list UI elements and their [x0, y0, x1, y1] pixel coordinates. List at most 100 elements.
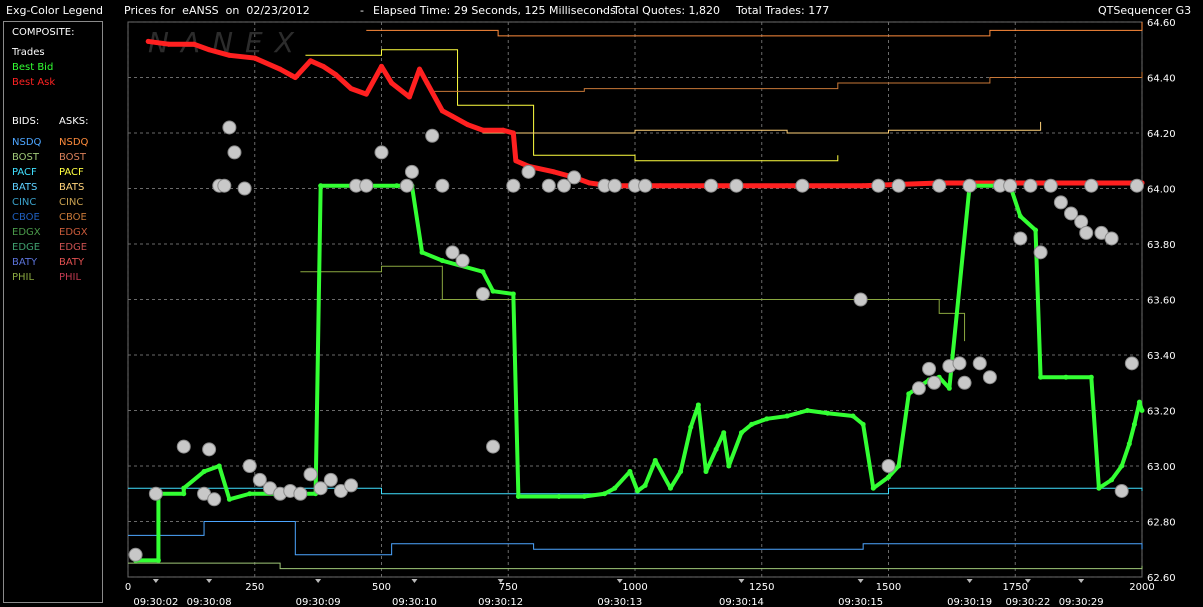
best-ask-point — [465, 122, 471, 128]
best-bid-point — [652, 457, 658, 463]
trade-point — [475, 286, 490, 301]
best-ask-point — [379, 63, 384, 69]
x-tick-label: 750 — [499, 582, 518, 593]
best-ask-point — [480, 127, 486, 133]
trade-point — [1129, 178, 1144, 193]
best-bid-point — [1063, 374, 1069, 380]
trade-point — [176, 439, 191, 454]
trade-point — [704, 178, 719, 193]
best-ask-point — [513, 158, 519, 164]
trade-point — [207, 492, 222, 507]
trade-point — [972, 356, 987, 371]
best-bid-point — [678, 469, 684, 475]
trade-point — [1114, 483, 1129, 498]
best-ask-point — [389, 80, 395, 86]
best-bid-point — [627, 469, 633, 475]
best-bid-point — [155, 557, 161, 563]
best-bid-point — [439, 258, 445, 264]
best-bid-point — [612, 485, 618, 491]
trade-point — [1003, 178, 1018, 193]
time-label: 09:30:02 — [133, 597, 178, 607]
trade-point — [128, 547, 143, 562]
best-ask-point — [1038, 180, 1044, 186]
trade-point — [607, 178, 622, 193]
best-bid-point — [946, 385, 952, 391]
trade-point — [962, 178, 977, 193]
trade-point — [227, 145, 242, 160]
trade-point — [922, 361, 937, 376]
trade-point — [435, 178, 450, 193]
best-bid-point — [515, 494, 521, 500]
x-tick-label: 0 — [125, 582, 131, 593]
best-bid-point — [667, 485, 673, 491]
time-marker — [966, 579, 973, 583]
best-bid-point — [1038, 374, 1044, 380]
time-marker — [411, 579, 418, 583]
best-bid-point — [394, 183, 400, 189]
trade-point — [1104, 231, 1119, 246]
best-bid-point — [1033, 227, 1039, 233]
best-bid-point — [825, 410, 831, 416]
trade-point — [881, 459, 896, 473]
time-marker — [206, 579, 213, 583]
best-bid-point — [642, 482, 648, 488]
best-bid-point — [1017, 213, 1023, 219]
best-bid-point — [318, 183, 324, 189]
trade-point — [237, 181, 252, 196]
best-bid-point — [1126, 441, 1132, 447]
trade-point — [952, 356, 967, 371]
best-bid-point — [870, 485, 876, 491]
best-bid-point — [886, 474, 891, 480]
trade-point — [932, 178, 947, 193]
best-bid-point — [721, 430, 727, 436]
y-tick-label: 63.00 — [1147, 462, 1176, 473]
time-marker — [152, 579, 159, 583]
trade-point — [1043, 178, 1058, 193]
time-label: 09:30:12 — [478, 597, 523, 607]
best-bid-point — [602, 491, 608, 497]
trade-point — [323, 472, 338, 487]
best-ask-point — [657, 183, 663, 189]
trade-point — [344, 478, 359, 493]
best-ask-point — [226, 52, 232, 58]
y-tick-label: 63.60 — [1147, 296, 1176, 307]
best-bid-point — [480, 269, 486, 275]
trade-point — [1124, 356, 1139, 371]
trade-point — [374, 145, 389, 160]
y-tick-label: 63.40 — [1147, 351, 1176, 362]
price-chart: NANEX 64.6064.4064.2064.0063.8063.6063.4… — [125, 18, 1176, 607]
trade-point — [521, 164, 536, 179]
best-bid-point — [181, 485, 187, 491]
best-ask-point — [860, 183, 866, 189]
trade-point — [1023, 178, 1038, 193]
trade-point — [1079, 225, 1094, 240]
best-ask-point — [166, 41, 172, 47]
best-bid-point — [749, 421, 755, 427]
trade-point — [957, 375, 972, 390]
trade-point — [217, 178, 232, 193]
best-ask-point — [292, 75, 298, 80]
trade-point — [359, 178, 374, 193]
trade-point — [202, 442, 217, 457]
best-ask-point — [439, 108, 445, 114]
time-label: 09:30:14 — [719, 597, 764, 607]
best-bid-point — [581, 494, 587, 500]
best-bid-point — [490, 288, 496, 294]
trade-point — [425, 128, 440, 143]
time-label: 09:30:10 — [392, 597, 437, 607]
best-bid-point — [695, 402, 701, 408]
best-ask-point — [586, 180, 592, 186]
time-label: 09:30:09 — [296, 597, 341, 607]
trade-point — [853, 292, 868, 307]
exchange-ask-line — [366, 22, 1143, 37]
trade-point — [927, 375, 942, 390]
best-bid-point — [247, 491, 253, 497]
best-bid-point — [726, 463, 732, 469]
best-bid-point — [713, 446, 719, 452]
time-label: 09:30:19 — [947, 597, 992, 607]
best-bid-point — [1119, 463, 1125, 469]
trade-point — [911, 381, 926, 396]
trade-point — [1033, 245, 1048, 260]
best-ask-point — [406, 94, 412, 100]
composite-series — [133, 38, 1145, 563]
